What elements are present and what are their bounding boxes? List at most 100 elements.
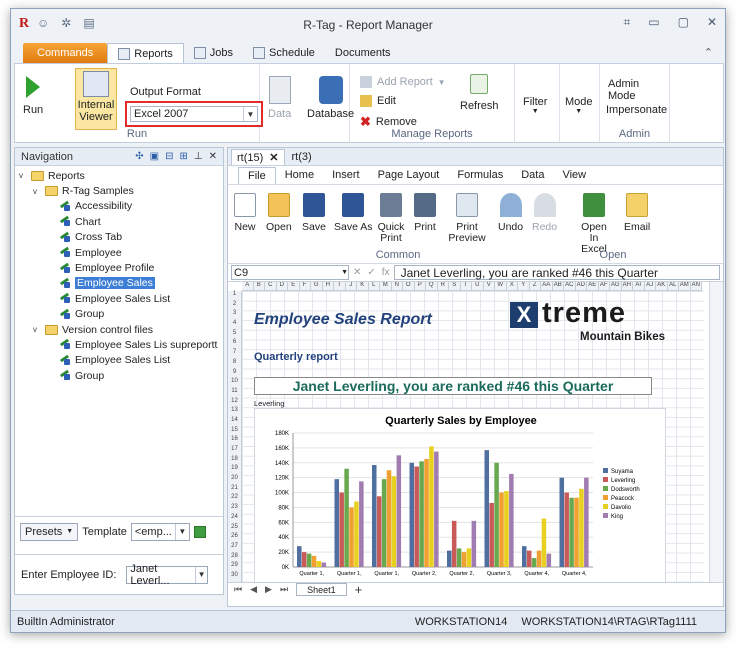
excel-tab[interactable]: View bbox=[553, 167, 595, 183]
column-header[interactable]: S bbox=[449, 282, 461, 290]
refresh-button[interactable]: Refresh bbox=[460, 74, 499, 112]
tree-item[interactable]: v Version control files bbox=[15, 322, 223, 337]
row-header[interactable]: 9 bbox=[228, 369, 241, 379]
row-header[interactable]: 21 bbox=[228, 485, 241, 495]
column-header[interactable]: V bbox=[484, 282, 495, 290]
vertical-scrollbar[interactable] bbox=[709, 282, 723, 582]
first-sheet-icon[interactable]: ⏮ bbox=[234, 584, 242, 595]
output-format-select[interactable]: Excel 2007 ▼ bbox=[125, 101, 263, 127]
save-icon[interactable]: ▣ bbox=[150, 151, 159, 162]
expand-toggle-icon[interactable]: v bbox=[33, 325, 41, 334]
add-report-button[interactable]: Add Report ▼ bbox=[360, 76, 446, 88]
tab-schedule[interactable]: Schedule bbox=[243, 43, 325, 63]
run-button[interactable]: Run bbox=[23, 74, 43, 116]
column-header[interactable]: G bbox=[311, 282, 323, 290]
save-template-icon[interactable] bbox=[193, 525, 206, 538]
quick-print-button[interactable]: Quick Print bbox=[376, 193, 406, 244]
tab-jobs[interactable]: Jobs bbox=[184, 43, 243, 63]
check-icon[interactable]: ✓ bbox=[367, 267, 375, 278]
excel-tab[interactable]: Page Layout bbox=[369, 167, 449, 183]
next-sheet-icon[interactable]: ▶ bbox=[265, 584, 272, 595]
row-header[interactable]: 6 bbox=[228, 339, 241, 349]
tree-item[interactable]: Employee Profile bbox=[15, 260, 223, 275]
collapse-ribbon-icon[interactable]: ⌃ bbox=[704, 46, 713, 59]
print-button[interactable]: Print bbox=[414, 193, 436, 233]
internal-viewer-button[interactable]: Internal Viewer bbox=[75, 68, 117, 130]
cell-reference-box[interactable]: C9 ▼ bbox=[231, 265, 349, 280]
close-icon[interactable]: ✕ bbox=[707, 15, 717, 30]
restore-layout-icon[interactable]: ⌗ bbox=[623, 15, 630, 30]
column-header[interactable]: L bbox=[369, 282, 380, 290]
tree-item[interactable]: Group bbox=[15, 307, 223, 322]
column-header[interactable]: F bbox=[300, 282, 311, 290]
admin-mode-button[interactable]: Admin Mode bbox=[608, 78, 669, 102]
column-header[interactable]: M bbox=[380, 282, 392, 290]
row-header[interactable]: 19 bbox=[228, 465, 241, 475]
row-header[interactable]: 15 bbox=[228, 427, 241, 437]
row-header[interactable]: 17 bbox=[228, 446, 241, 456]
print-preview-button[interactable]: Print Preview bbox=[448, 193, 486, 244]
column-header[interactable]: H bbox=[323, 282, 334, 290]
tree-item[interactable]: Employee Sales List bbox=[15, 291, 223, 306]
cancel-icon[interactable]: ✕ bbox=[353, 267, 361, 278]
row-header[interactable]: 1 bbox=[228, 291, 241, 301]
row-header[interactable]: 16 bbox=[228, 436, 241, 446]
excel-tab[interactable]: Insert bbox=[323, 167, 369, 183]
collapse-all-icon[interactable]: ⊟ bbox=[165, 151, 173, 162]
edit-button[interactable]: Edit bbox=[360, 95, 396, 107]
row-header[interactable]: 28 bbox=[228, 553, 241, 563]
column-header[interactable]: AL bbox=[668, 282, 679, 290]
email-button[interactable]: Email bbox=[624, 193, 650, 233]
database-button[interactable]: Database bbox=[307, 76, 354, 120]
tree-item[interactable]: Employee Sales Lis supreportt bbox=[15, 337, 223, 352]
column-header[interactable]: Z bbox=[530, 282, 541, 290]
open-button[interactable]: Open bbox=[266, 193, 292, 233]
tree-item[interactable]: Employee Sales List bbox=[15, 353, 223, 368]
row-header[interactable]: 27 bbox=[228, 543, 241, 553]
last-sheet-icon[interactable]: ⏭ bbox=[280, 584, 288, 595]
row-header[interactable]: 5 bbox=[228, 330, 241, 340]
tree-item[interactable]: Cross Tab bbox=[15, 230, 223, 245]
formula-input[interactable]: Janet Leverling, you are ranked #46 this… bbox=[393, 265, 720, 280]
column-header[interactable]: AJ bbox=[645, 282, 656, 290]
column-header[interactable]: AM bbox=[679, 282, 691, 290]
expand-all-icon[interactable]: ⊞ bbox=[180, 151, 188, 162]
save-as-button[interactable]: Save As bbox=[334, 193, 373, 233]
excel-tab[interactable]: File bbox=[238, 166, 276, 184]
column-header[interactable]: U bbox=[472, 282, 484, 290]
tree-item[interactable]: Employee Sales bbox=[15, 276, 223, 291]
column-header[interactable]: K bbox=[357, 282, 369, 290]
function-icon[interactable]: fx bbox=[382, 267, 390, 278]
row-header[interactable]: 18 bbox=[228, 456, 241, 466]
column-header[interactable]: I bbox=[334, 282, 346, 290]
tree-item[interactable]: Employee bbox=[15, 245, 223, 260]
column-header[interactable]: AE bbox=[587, 282, 599, 290]
template-select[interactable]: <emp... ▼ bbox=[130, 522, 190, 541]
row-header[interactable]: 20 bbox=[228, 475, 241, 485]
column-header[interactable]: AG bbox=[610, 282, 622, 290]
column-header[interactable]: AF bbox=[599, 282, 610, 290]
impersonate-button[interactable]: Impersonate bbox=[606, 104, 667, 116]
column-header[interactable]: P bbox=[415, 282, 426, 290]
column-header[interactable]: Y bbox=[518, 282, 530, 290]
column-header[interactable]: D bbox=[277, 282, 288, 290]
row-header[interactable]: 13 bbox=[228, 407, 241, 417]
doc-tab-rt3[interactable]: rt(3) bbox=[287, 149, 317, 165]
redo-button[interactable]: Redo bbox=[532, 193, 557, 233]
column-header[interactable]: AC bbox=[564, 282, 576, 290]
column-header[interactable]: AN bbox=[691, 282, 702, 290]
row-header[interactable]: 26 bbox=[228, 533, 241, 543]
close-icon[interactable]: ✕ bbox=[269, 151, 278, 164]
column-header[interactable]: R bbox=[438, 282, 449, 290]
tree-item[interactable]: v R-Tag Samples bbox=[15, 183, 223, 198]
row-header[interactable]: 11 bbox=[228, 388, 241, 398]
row-header[interactable]: 7 bbox=[228, 349, 241, 359]
minimize-icon[interactable]: ▭ bbox=[648, 15, 659, 30]
row-header[interactable]: 24 bbox=[228, 514, 241, 524]
row-header[interactable]: 4 bbox=[228, 320, 241, 330]
tab-documents[interactable]: Documents bbox=[325, 43, 401, 63]
row-header[interactable]: 12 bbox=[228, 398, 241, 408]
employee-select[interactable]: Janet Leverl... ▼ bbox=[126, 563, 209, 587]
column-header[interactable]: Q bbox=[426, 282, 438, 290]
expand-toggle-icon[interactable]: v bbox=[33, 187, 41, 196]
